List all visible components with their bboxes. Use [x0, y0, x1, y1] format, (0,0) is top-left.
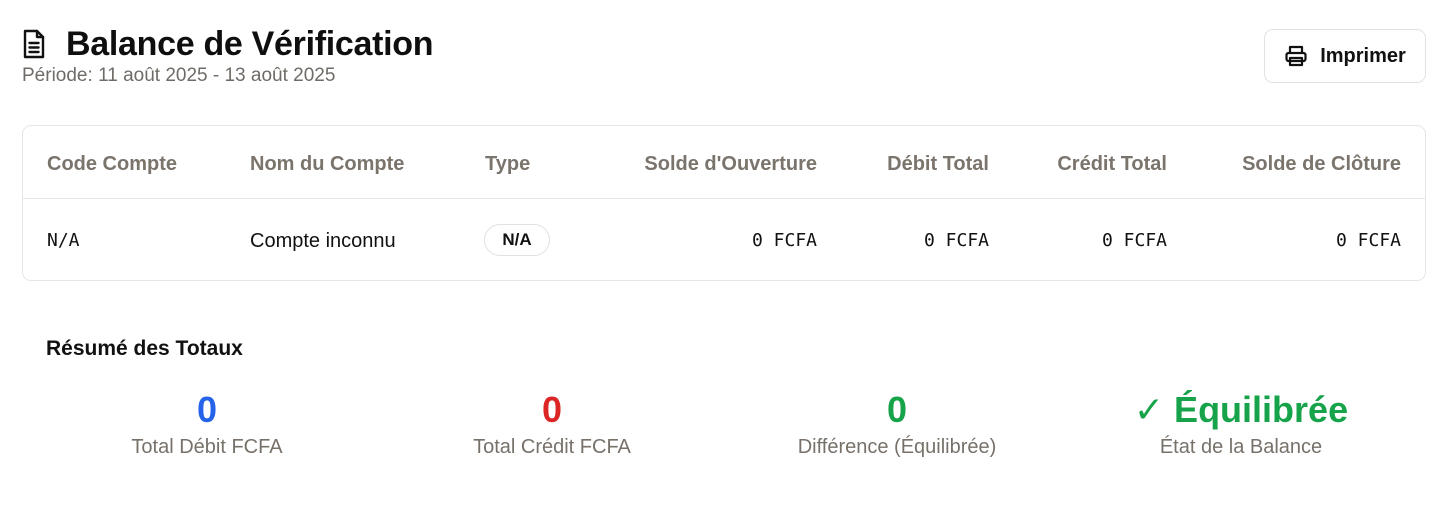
page-title: Balance de Vérification: [66, 25, 434, 63]
stat-total-credit: 0 Total Crédit FCFA: [387, 388, 717, 460]
title-row: Balance de Vérification: [22, 24, 1426, 64]
stat-label: Total Débit FCFA: [131, 436, 283, 458]
summary-title: Résumé des Totaux: [46, 337, 243, 360]
cell-total-debit: 0 FCFA: [923, 230, 989, 251]
stat-label: Total Crédit FCFA: [473, 436, 631, 458]
stat-difference: 0 Différence (Équilibrée): [732, 388, 1062, 460]
column-header-debit: Débit Total: [887, 153, 989, 175]
column-header-code: Code Compte: [47, 153, 177, 175]
stat-total-debit: 0 Total Débit FCFA: [42, 388, 372, 460]
cell-name: Compte inconnu: [250, 230, 396, 252]
period-text: Période: 11 août 2025 - 13 août 2025: [22, 64, 1426, 88]
cell-closing-balance: 0 FCFA: [1335, 230, 1401, 251]
stat-value: 0: [541, 389, 563, 430]
table-header: Code Compte Nom du Compte Type Solde d'O…: [23, 126, 1425, 199]
document-icon: [22, 27, 52, 61]
cell-code: N/A: [47, 230, 80, 251]
print-button[interactable]: Imprimer: [1264, 29, 1426, 83]
printer-icon: [1284, 44, 1308, 68]
stat-value: ✓ Équilibrée: [1133, 389, 1349, 430]
print-button-label: Imprimer: [1320, 44, 1406, 67]
table-row[interactable]: N/A Compte inconnu N/A 0 FCFA 0 FCFA 0 F…: [23, 199, 1425, 282]
column-header-closing: Solde de Clôture: [1242, 153, 1401, 175]
stat-label: État de la Balance: [1159, 436, 1323, 458]
column-header-name: Nom du Compte: [250, 153, 405, 175]
period-value: 11 août 2025 - 13 août 2025: [98, 65, 336, 86]
stat-value: 0: [196, 389, 218, 430]
trial-balance-table: Code Compte Nom du Compte Type Solde d'O…: [22, 125, 1426, 281]
column-header-credit: Crédit Total: [1057, 153, 1167, 175]
stat-balance-status: ✓ Équilibrée État de la Balance: [1076, 388, 1406, 460]
cell-total-credit: 0 FCFA: [1101, 230, 1167, 251]
page-header: Balance de Vérification Période: 11 août…: [22, 24, 1426, 94]
stat-value: 0: [886, 389, 908, 430]
type-badge: N/A: [484, 224, 550, 256]
cell-opening-balance: 0 FCFA: [751, 230, 817, 251]
period-label: Période:: [22, 65, 93, 86]
column-header-type: Type: [485, 153, 531, 175]
column-header-opening: Solde d'Ouverture: [644, 153, 817, 175]
stat-label: Différence (Équilibrée): [797, 436, 997, 458]
